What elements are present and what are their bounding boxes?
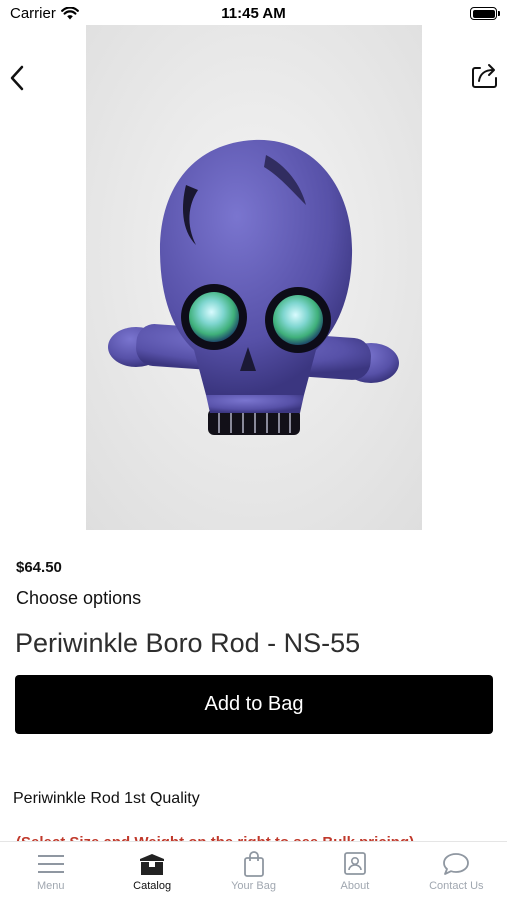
product-description: Periwinkle Rod 1st Quality — [13, 790, 200, 807]
catalog-icon — [140, 854, 165, 875]
tab-label-your-bag: Your Bag — [231, 880, 276, 892]
tab-label-menu: Menu — [36, 880, 65, 892]
skull-rod-image — [86, 25, 422, 530]
about-icon — [344, 852, 366, 875]
tab-your-bag[interactable]: Your Bag — [203, 842, 304, 900]
bag-icon — [243, 851, 264, 877]
tab-label-about: About — [340, 880, 370, 892]
battery-icon — [470, 7, 500, 20]
menu-icon — [37, 855, 64, 873]
chat-icon — [443, 853, 470, 875]
tab-menu[interactable]: Menu — [0, 842, 101, 900]
tab-label-catalog: Catalog — [133, 880, 172, 892]
status-bar: Carrier 11:45 AM — [0, 0, 507, 28]
tab-label-contact-us: Contact Us — [429, 880, 484, 892]
product-title: Periwinkle Boro Rod - NS-55 — [15, 628, 361, 658]
tab-bar: Menu Catalog Your Bag About Contact Us — [0, 841, 507, 900]
choose-options-link[interactable]: Choose options — [16, 588, 141, 609]
product-image — [86, 25, 422, 530]
share-button[interactable] — [470, 60, 500, 90]
add-to-bag-button[interactable]: Add to Bag — [15, 675, 493, 734]
clock: 11:45 AM — [221, 5, 286, 22]
share-icon — [472, 64, 497, 88]
tab-about[interactable]: About — [304, 842, 405, 900]
product-price: $64.50 — [16, 559, 62, 576]
back-button[interactable] — [6, 62, 30, 94]
tab-catalog[interactable]: Catalog — [101, 842, 202, 900]
chevron-left-icon — [10, 65, 24, 91]
tab-contact-us[interactable]: Contact Us — [406, 842, 507, 900]
